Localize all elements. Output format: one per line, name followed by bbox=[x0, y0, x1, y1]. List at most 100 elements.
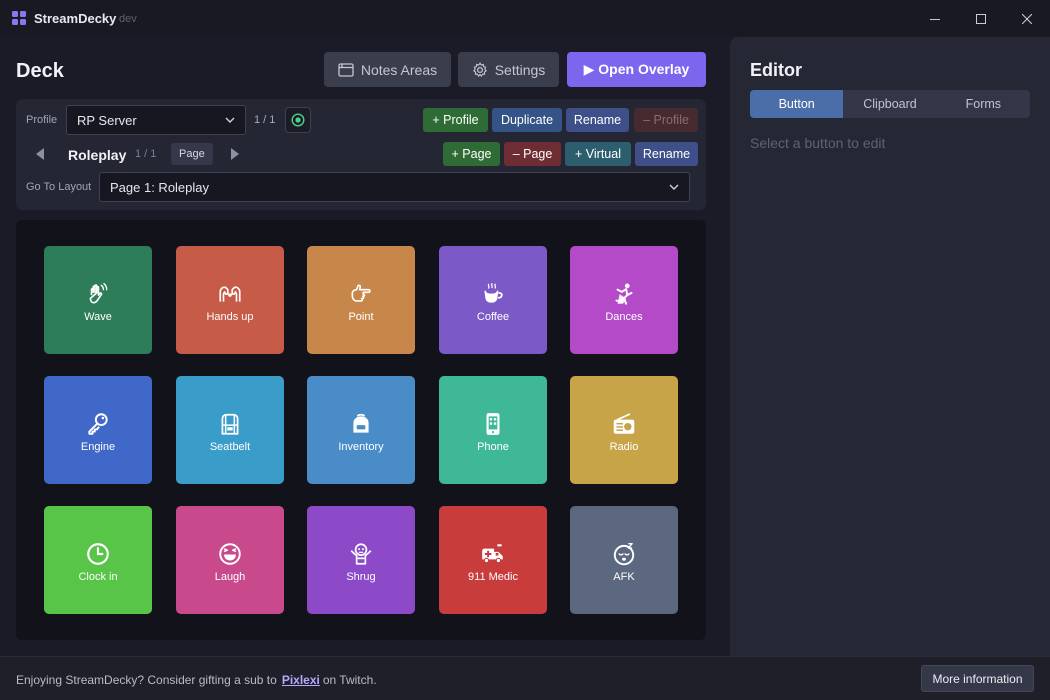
layout-select-value: Page 1: Roleplay bbox=[110, 179, 210, 195]
profile-select[interactable]: RP Server bbox=[66, 105, 246, 135]
layout-select[interactable]: Page 1: Roleplay bbox=[99, 172, 690, 202]
close-icon bbox=[1022, 13, 1032, 24]
deck-button-inventory[interactable]: Inventory bbox=[307, 376, 415, 484]
deck-button-shrug[interactable]: Shrug bbox=[307, 506, 415, 614]
target-icon bbox=[291, 113, 305, 127]
profile-count: 1 / 1 bbox=[254, 114, 276, 126]
radio-icon bbox=[613, 413, 635, 434]
profile-label: Profile bbox=[26, 114, 58, 126]
deck-button-clock-in[interactable]: Clock in bbox=[44, 506, 152, 614]
deck-title: Deck bbox=[16, 60, 64, 82]
deck-button-dances[interactable]: Dances bbox=[570, 246, 678, 354]
deck-button-afk[interactable]: AFK bbox=[570, 506, 678, 614]
duplicate-profile-button[interactable]: Duplicate bbox=[492, 108, 562, 132]
deck-button-label: Wave bbox=[84, 311, 112, 323]
seatbelt-icon bbox=[221, 413, 239, 435]
key-icon bbox=[88, 413, 108, 435]
deck-button-label: Dances bbox=[605, 311, 643, 323]
add-virtual-button[interactable]: + Virtual bbox=[565, 142, 631, 166]
deck-button-hands-up[interactable]: Hands up bbox=[176, 246, 284, 354]
footer: Enjoying StreamDecky? Consider gifting a… bbox=[0, 656, 1050, 700]
remove-page-button[interactable]: – Page bbox=[504, 142, 561, 166]
tab-button[interactable]: Button bbox=[750, 90, 844, 118]
deck-button-911-medic[interactable]: 911 Medic bbox=[439, 506, 547, 614]
activate-profile-button[interactable] bbox=[285, 107, 311, 133]
maximize-button[interactable] bbox=[958, 0, 1004, 37]
app-name: StreamDecky bbox=[34, 11, 117, 26]
deck-button-label: Seatbelt bbox=[209, 441, 251, 453]
tab-clipboard[interactable]: Clipboard bbox=[843, 90, 936, 118]
deck-button-engine[interactable]: Engine bbox=[44, 376, 152, 484]
tab-forms[interactable]: Forms bbox=[937, 90, 1030, 118]
deck-button-wave[interactable]: Wave bbox=[44, 246, 152, 354]
deck-button-label: Laugh bbox=[214, 571, 246, 583]
coffee-icon bbox=[484, 283, 503, 303]
page-name: Roleplay bbox=[68, 147, 127, 163]
rename-profile-button[interactable]: Rename bbox=[566, 108, 629, 132]
close-button[interactable] bbox=[1004, 0, 1050, 37]
open-overlay-button[interactable]: ▶ Open Overlay bbox=[567, 52, 706, 87]
footer-text-after: on Twitch. bbox=[322, 673, 377, 687]
remove-profile-button[interactable]: – Profile bbox=[634, 108, 698, 132]
app-logo-icon bbox=[12, 11, 26, 25]
deck-button-radio[interactable]: Radio bbox=[570, 376, 678, 484]
rename-page-button[interactable]: Rename bbox=[635, 142, 698, 166]
settings-label: Settings bbox=[494, 61, 546, 78]
footer-message: Enjoying StreamDecky? Consider gifting a… bbox=[16, 673, 377, 687]
editor-panel: Editor Button Clipboard Forms Select a b… bbox=[730, 37, 1050, 656]
laugh-icon bbox=[219, 543, 241, 565]
arrow-left-icon bbox=[36, 148, 44, 160]
deck-button-label: Point bbox=[348, 311, 374, 323]
footer-text-before: Enjoying StreamDecky? Consider gifting a… bbox=[16, 673, 277, 687]
sleep-icon bbox=[613, 543, 635, 566]
deck-button-coffee[interactable]: Coffee bbox=[439, 246, 547, 354]
wave-icon bbox=[89, 283, 108, 304]
settings-button[interactable]: Settings bbox=[458, 52, 559, 87]
maximize-icon bbox=[976, 13, 986, 24]
deck-button-label: Shrug bbox=[346, 571, 376, 583]
deck-button-label: Phone bbox=[477, 441, 509, 453]
add-page-button[interactable]: + Page bbox=[443, 142, 500, 166]
backpack-icon bbox=[353, 413, 369, 433]
minimize-icon bbox=[930, 18, 940, 20]
point-icon bbox=[351, 284, 371, 302]
arrow-right-icon bbox=[231, 148, 239, 160]
deck-grid: Wave Hands up Point Coffee Dances Engine… bbox=[16, 220, 706, 640]
editor-tabs: Button Clipboard Forms bbox=[750, 90, 1030, 118]
add-profile-button[interactable]: + Profile bbox=[423, 108, 488, 132]
chevron-down-icon bbox=[225, 117, 235, 123]
pixlexi-link[interactable]: Pixlexi bbox=[282, 673, 320, 687]
deck-button-label: Hands up bbox=[206, 311, 254, 323]
deck-button-label: Inventory bbox=[338, 441, 384, 453]
page-count: 1 / 1 bbox=[135, 148, 157, 160]
deck-button-laugh[interactable]: Laugh bbox=[176, 506, 284, 614]
profile-panel: Profile RP Server 1 / 1 + Profile Duplic… bbox=[16, 99, 706, 210]
minimize-button[interactable] bbox=[912, 0, 958, 37]
profile-select-value: RP Server bbox=[77, 112, 137, 128]
go-to-layout-label: Go To Layout bbox=[26, 181, 92, 193]
clock-icon bbox=[87, 543, 109, 565]
more-information-button[interactable]: More information bbox=[921, 665, 1034, 692]
page-badge: Page bbox=[171, 143, 213, 165]
deck-button-label: Engine bbox=[80, 441, 116, 453]
notes-icon bbox=[338, 62, 354, 77]
deck-button-phone[interactable]: Phone bbox=[439, 376, 547, 484]
notes-areas-label: Notes Areas bbox=[360, 61, 438, 78]
deck-button-label: Radio bbox=[609, 441, 639, 453]
hands-up-icon bbox=[219, 286, 241, 302]
open-overlay-label: ▶ Open Overlay bbox=[583, 61, 690, 77]
shrug-icon bbox=[350, 543, 372, 565]
prev-page-button[interactable] bbox=[30, 144, 50, 164]
notes-areas-button[interactable]: Notes Areas bbox=[324, 52, 451, 87]
deck-button-point[interactable]: Point bbox=[307, 246, 415, 354]
next-page-button[interactable] bbox=[225, 144, 245, 164]
chevron-down-icon bbox=[669, 184, 679, 190]
phone-icon bbox=[486, 413, 500, 435]
deck-button-label: AFK bbox=[613, 571, 635, 583]
deck-button-label: Coffee bbox=[476, 311, 510, 323]
app-env-label: dev bbox=[119, 13, 137, 25]
gear-icon bbox=[472, 61, 487, 77]
deck-button-label: Clock in bbox=[78, 571, 118, 583]
deck-button-seatbelt[interactable]: Seatbelt bbox=[176, 376, 284, 484]
editor-title: Editor bbox=[750, 60, 802, 80]
